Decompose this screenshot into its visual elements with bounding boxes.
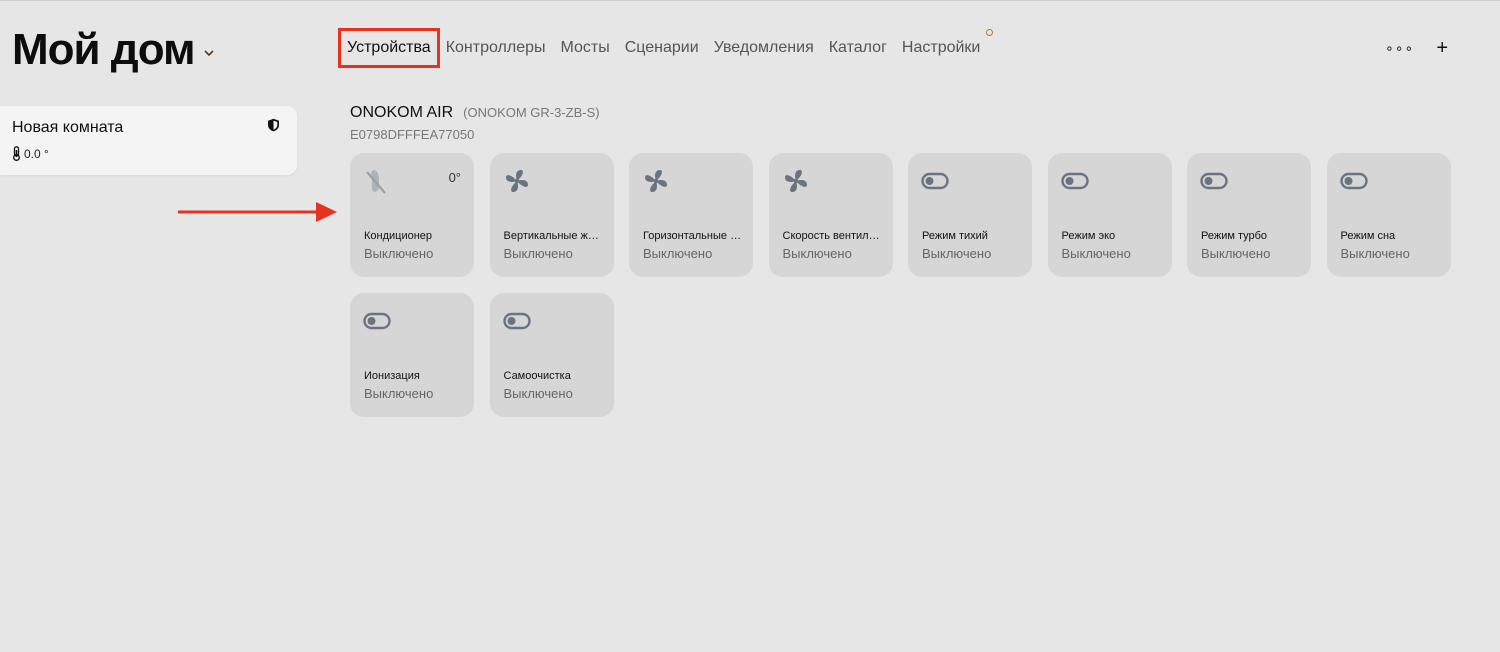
tile-state: Выключено — [1061, 246, 1131, 261]
top-actions: ∘∘∘ + — [1385, 38, 1448, 58]
tile-self-cleaning[interactable]: Самоочистка Выключено — [489, 293, 614, 417]
toggle-icon — [1200, 172, 1228, 190]
tile-name: Режим эко — [1061, 230, 1116, 242]
toggle-icon — [502, 312, 531, 330]
fan-icon — [784, 170, 807, 192]
room-temperature: 0.0 ° — [12, 146, 49, 161]
tile-state: Выключено — [364, 246, 434, 261]
tile-conditioner[interactable]: 0° Кондиционер Выключено — [350, 153, 474, 277]
main-tabs: Устройства Контроллеры Мосты Сценарии Ув… — [338, 28, 995, 68]
tile-state: Выключено — [782, 246, 852, 261]
tile-name: Горизонтальные жалюзи — [643, 230, 743, 242]
tab-controllers[interactable]: Контроллеры — [446, 38, 546, 58]
tile-state: Выключено — [1340, 246, 1410, 261]
ac-off-icon — [366, 170, 386, 194]
notification-dot — [986, 29, 994, 36]
tile-state: Выключено — [503, 386, 573, 401]
device-header: ONOKOM AIR (ONOKOM GR-3-ZB-S) — [350, 104, 600, 122]
tab-settings-label: Настройки — [901, 39, 981, 56]
tile-state: Выключено — [1201, 246, 1271, 261]
thermometer-icon — [13, 146, 20, 161]
tile-value: 0° — [448, 170, 461, 185]
fan-icon — [645, 170, 667, 192]
room-temperature-value: 0.0 ° — [24, 146, 49, 161]
tile-name: Кондиционер — [364, 230, 433, 242]
tile-horizontal-louvers[interactable]: Горизонтальные жалюзи Выключено — [629, 153, 753, 277]
tile-name: Ионизация — [364, 370, 420, 382]
home-selector[interactable]: Мой дом — [12, 24, 215, 76]
tile-state: Выключено — [922, 246, 992, 261]
toggle-icon — [1060, 172, 1089, 190]
tab-settings[interactable]: Настройки — [901, 29, 994, 58]
chevron-down-icon — [204, 50, 214, 57]
tile-ionization[interactable]: Ионизация Выключено — [350, 293, 474, 417]
tab-devices[interactable]: Устройства — [338, 28, 440, 68]
tile-turbo-mode[interactable]: Режим турбо Выключено — [1187, 153, 1311, 277]
room-name: Новая комната — [12, 119, 124, 136]
tab-notifications[interactable]: Уведомления — [714, 38, 814, 58]
fan-icon — [505, 170, 528, 192]
top-border — [0, 0, 1500, 1]
toggle-icon — [363, 312, 391, 330]
tile-name: Самоочистка — [503, 370, 571, 382]
tile-fan-speed[interactable]: Скорость вентилятора Выключено — [768, 153, 893, 277]
room-card[interactable]: Новая комната 0.0 ° — [0, 106, 297, 175]
tile-quiet-mode[interactable]: Режим тихий Выключено — [908, 153, 1032, 277]
device-tiles: 0° Кондиционер Выключено Вертикальные жа… — [350, 153, 1460, 417]
tile-state: Выключено — [364, 386, 434, 401]
device-id: E0798DFFFEA77050 — [350, 127, 475, 142]
tile-name: Режим сна — [1340, 230, 1396, 242]
toggle-icon — [921, 172, 949, 190]
tile-name: Скорость вентилятора — [782, 230, 883, 242]
toggle-icon — [1339, 172, 1368, 190]
annotation-arrow — [178, 202, 337, 222]
device-model: (ONOKOM GR-3-ZB-S) — [463, 105, 600, 120]
tile-vertical-louvers[interactable]: Вертикальные жалюзи Выключено — [489, 153, 614, 277]
add-icon[interactable]: + — [1436, 38, 1448, 58]
more-icon[interactable]: ∘∘∘ — [1385, 40, 1414, 57]
tile-eco-mode[interactable]: Режим эко Выключено — [1047, 153, 1172, 277]
home-title: Мой дом — [12, 25, 196, 74]
tile-state: Выключено — [643, 246, 713, 261]
tile-name: Режим тихий — [922, 230, 988, 242]
tile-sleep-mode[interactable]: Режим сна Выключено — [1326, 153, 1451, 277]
device-name: ONOKOM AIR — [350, 104, 454, 121]
tile-name: Режим турбо — [1201, 230, 1268, 242]
shield-icon[interactable] — [267, 118, 280, 132]
tab-catalog[interactable]: Каталог — [829, 38, 887, 58]
tab-bridges[interactable]: Мосты — [561, 38, 610, 58]
tab-scenarios[interactable]: Сценарии — [625, 38, 699, 58]
tile-name: Вертикальные жалюзи — [503, 230, 604, 242]
tile-state: Выключено — [503, 246, 573, 261]
